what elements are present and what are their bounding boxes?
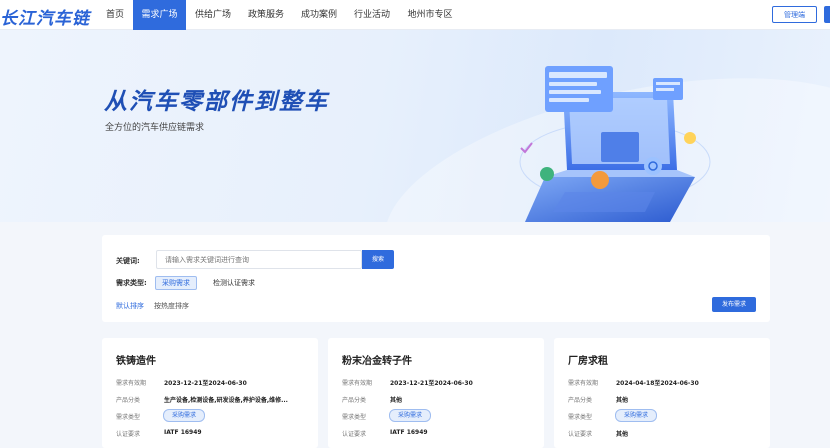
row-key: 产品分类 xyxy=(568,397,593,404)
row-key: 产品分类 xyxy=(116,397,141,404)
sort-hot-link[interactable]: 按热度排序 xyxy=(154,301,189,311)
admin-login-button[interactable]: 管理端 xyxy=(772,6,817,23)
row-value: IATF 16949 xyxy=(390,429,428,436)
row-key: 认证要求 xyxy=(116,431,141,438)
user-button[interactable] xyxy=(824,6,830,23)
demand-card[interactable]: 粉末冶金转子件 需求有效期 2023-12-21至2024-06-30 产品分类… xyxy=(328,338,544,448)
hero-banner: 从汽车零部件到整车 全方位的汽车供应链需求 xyxy=(0,30,830,222)
type-option-certification[interactable]: 检测认证需求 xyxy=(213,278,255,288)
row-key: 产品分类 xyxy=(342,397,367,404)
demand-card[interactable]: 厂房求租 需求有效期 2024-04-18至2024-06-30 产品分类 其他… xyxy=(554,338,770,448)
row-value: 2023-12-21至2024-06-30 xyxy=(390,380,473,387)
keyword-label: 关键词: xyxy=(116,257,140,265)
row-key: 需求有效期 xyxy=(116,380,147,387)
row-value: 其他 xyxy=(616,431,629,438)
row-key: 需求有效期 xyxy=(568,380,599,387)
row-key: 认证要求 xyxy=(568,431,593,438)
hero-subtitle: 全方位的汽车供应链需求 xyxy=(105,123,205,133)
row-value: 其他 xyxy=(616,397,629,404)
row-key: 认证要求 xyxy=(342,431,367,438)
laptop-illustration-icon xyxy=(519,66,711,222)
top-nav: 长江汽车链 首页 需求广场 供给广场 政策服务 成功案例 行业活动 地州市专区 … xyxy=(0,0,830,30)
search-button[interactable]: 搜索 xyxy=(362,250,394,269)
card-title[interactable]: 铁铸造件 xyxy=(116,352,156,367)
nav-item-success-cases[interactable]: 成功案例 xyxy=(294,0,344,30)
row-key: 需求类型 xyxy=(342,414,367,421)
card-title[interactable]: 厂房求租 xyxy=(568,352,608,367)
search-input[interactable] xyxy=(156,250,362,269)
row-value: 2023-12-21至2024-06-30 xyxy=(164,380,247,387)
nav-item-regional-zone[interactable]: 地州市专区 xyxy=(400,0,460,30)
publish-demand-button[interactable]: 发布需求 xyxy=(712,297,756,312)
nav-item-home[interactable]: 首页 xyxy=(98,0,132,30)
nav-item-supply-square[interactable]: 供给广场 xyxy=(188,0,238,30)
row-value: 生产设备,检测设备,研发设备,养护设备,维修... xyxy=(164,397,288,404)
search-panel: 关键词: 搜索 需求类型: 采购需求 检测认证需求 默认排序 按热度排序 发布需… xyxy=(102,235,770,322)
row-value: 其他 xyxy=(390,397,403,404)
nav-item-policy-service[interactable]: 政策服务 xyxy=(241,0,291,30)
nav-item-industry-events[interactable]: 行业活动 xyxy=(347,0,397,30)
card-title[interactable]: 粉末冶金转子件 xyxy=(342,352,412,367)
sort-default-link[interactable]: 默认排序 xyxy=(116,301,144,311)
type-tag: 采购需求 xyxy=(615,409,658,422)
row-key: 需求有效期 xyxy=(342,380,373,387)
row-key: 需求类型 xyxy=(568,414,593,421)
nav-item-demand-square[interactable]: 需求广场 xyxy=(133,0,186,30)
type-tag: 采购需求 xyxy=(163,409,206,422)
hero-title: 从汽车零部件到整车 xyxy=(104,89,329,115)
row-value: IATF 16949 xyxy=(164,429,202,436)
type-tag: 采购需求 xyxy=(389,409,432,422)
row-key: 需求类型 xyxy=(116,414,141,421)
site-logo[interactable]: 长江汽车链 xyxy=(0,4,90,29)
demand-card[interactable]: 铁铸造件 需求有效期 2023-12-21至2024-06-30 产品分类 生产… xyxy=(102,338,318,448)
type-option-purchase[interactable]: 采购需求 xyxy=(155,276,197,290)
row-value: 2024-04-18至2024-06-30 xyxy=(616,380,699,387)
demand-type-label: 需求类型: xyxy=(116,279,147,287)
